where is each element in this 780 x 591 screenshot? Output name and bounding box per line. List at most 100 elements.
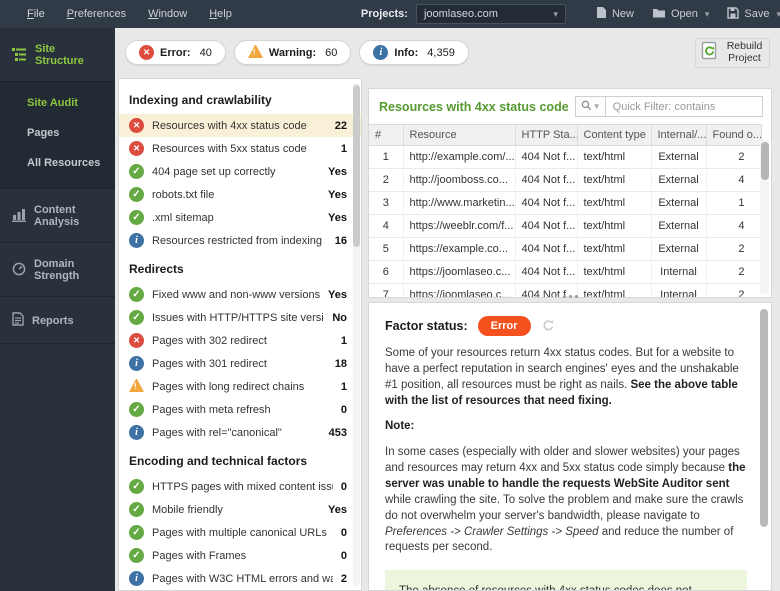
new-button[interactable]: New	[588, 2, 641, 26]
audit-item[interactable]: ✓ .xml sitemap Yes	[119, 206, 361, 229]
audit-item[interactable]: ✕ Pages with 302 redirect 1	[119, 329, 361, 352]
top-actions: NewOpen▾Save▾Close▾	[588, 2, 780, 26]
domain-strength-icon	[12, 262, 26, 279]
column-header[interactable]: #	[369, 124, 404, 146]
table-row[interactable]: 4 https://weeblr.com/f... 404 Not f... text…	[369, 214, 762, 238]
badge-count: 60	[322, 46, 338, 59]
audit-item-value: 0	[340, 403, 347, 416]
menu-item-preferences[interactable]: Preferences	[58, 4, 135, 24]
error-status-icon: ✕	[129, 333, 144, 348]
rebuild-project-button[interactable]: Rebuild Project	[695, 38, 770, 68]
table-scrollbar[interactable]	[760, 140, 769, 294]
cell-internal: External	[651, 145, 707, 169]
cell-resource[interactable]: http://joomboss.co...	[403, 168, 516, 192]
cell-resource[interactable]: http://example.com/...	[403, 145, 516, 169]
quick-filter-mode-button[interactable]: ▾	[574, 96, 605, 117]
sidebar-subsection-site-structure: Site Audit Pages All Resources	[0, 82, 115, 189]
sidebar-item-site-audit[interactable]: Site Audit	[0, 88, 115, 118]
column-header[interactable]: Found o...	[706, 124, 762, 146]
cell-http-status: 404 Not f...	[515, 237, 578, 261]
sidebar-item-domain-strength[interactable]: Domain Strength	[0, 243, 115, 297]
sidebar-item-content-analysis[interactable]: Content Analysis	[0, 189, 115, 243]
project-select-value: joomlaseo.com	[423, 8, 498, 20]
audit-item-value: 0	[340, 480, 347, 493]
audit-item-value: 0	[340, 526, 347, 539]
column-header[interactable]: HTTP Sta...▲	[515, 124, 578, 146]
audit-item[interactable]: ✓ Pages with multiple canonical URLs 0	[119, 521, 361, 544]
info-status-icon: i	[129, 425, 144, 440]
table-row[interactable]: 3 http://www.marketin... 404 Not f... text/…	[369, 191, 762, 215]
table-row[interactable]: 2 http://joomboss.co... 404 Not f... text/h…	[369, 168, 762, 192]
audit-item-label: HTTPS pages with mixed content issues	[152, 480, 333, 493]
audit-section-title: Encoding and technical factors	[129, 454, 308, 468]
column-header[interactable]: Content type	[577, 124, 652, 146]
cell-resource[interactable]: http://www.marketin...	[403, 191, 516, 215]
quick-filter-input[interactable]	[604, 96, 763, 117]
ok-status-icon: ✓	[129, 479, 144, 494]
audit-item-label: Pages with 302 redirect	[152, 334, 267, 347]
sidebar: Site Structure Site Audit Pages All Resourc…	[0, 28, 115, 591]
warning-count-badge[interactable]: ! Warning: 60	[233, 40, 352, 65]
sidebar-item-reports[interactable]: Reports	[0, 297, 115, 344]
rebuild-project-icon	[701, 41, 719, 65]
column-header[interactable]: Resource	[403, 124, 516, 146]
audit-item[interactable]: ✓ HTTPS pages with mixed content issues 0	[119, 475, 361, 498]
badge-label: Info:	[394, 46, 419, 59]
audit-item[interactable]: i Pages with W3C HTML errors and warnings…	[119, 567, 361, 590]
table-row[interactable]: 6 https://joomlaseo.c... 404 Not f... text/…	[369, 260, 762, 284]
factor-scrollbar[interactable]	[759, 307, 768, 586]
sidebar-item-all-resources[interactable]: All Resources	[0, 148, 115, 178]
audit-item[interactable]: ✓ Pages with Frames 0	[119, 544, 361, 567]
audit-scrollbar[interactable]	[353, 83, 360, 586]
badge-label: Error:	[160, 46, 191, 59]
audit-item[interactable]: i Resources restricted from indexing 16	[119, 229, 361, 252]
audit-item-value: Yes	[328, 188, 347, 201]
audit-item[interactable]: i Pages with 301 redirect 18	[119, 352, 361, 375]
audit-item[interactable]: ✕ Resources with 4xx status code 22	[119, 114, 361, 137]
factor-status-label: Factor status:	[385, 319, 468, 333]
audit-item[interactable]: ✓ Mobile friendly Yes	[119, 498, 361, 521]
error-status-icon: ✕	[129, 118, 144, 133]
cell-resource[interactable]: https://example.co...	[403, 237, 516, 261]
menu-item-help[interactable]: Help	[200, 4, 241, 24]
sidebar-item-site-structure[interactable]: Site Structure	[0, 28, 115, 82]
audit-item-label: Pages with meta refresh	[152, 403, 271, 416]
chevron-down-icon: ▾	[594, 101, 599, 111]
audit-item-value: 1	[340, 380, 347, 393]
audit-item[interactable]: ✓ 404 page set up correctly Yes	[119, 160, 361, 183]
cell-resource[interactable]: https://joomlaseo.c...	[403, 260, 516, 284]
audit-item[interactable]: ✕ Resources with 5xx status code 1	[119, 137, 361, 160]
cell-content-type: text/html	[577, 214, 652, 238]
refresh-icon[interactable]	[541, 318, 555, 335]
menu-item-window[interactable]: Window	[139, 4, 196, 24]
cell-content-type: text/html	[577, 237, 652, 261]
audit-item-value: Yes	[328, 211, 347, 224]
column-header[interactable]: Internal/...	[651, 124, 707, 146]
cell-num: 5	[369, 237, 404, 261]
open-button[interactable]: Open ▾	[645, 3, 716, 26]
ok-status-icon: ✓	[129, 502, 144, 517]
cell-resource[interactable]: https://weeblr.com/f...	[403, 214, 516, 238]
project-select[interactable]: joomlaseo.com ▾	[415, 4, 566, 24]
audit-item[interactable]: ✓ Issues with HTTP/HTTPS site versions No	[119, 306, 361, 329]
info-count-badge[interactable]: i Info: 4,359	[359, 40, 469, 65]
cell-found: 4	[706, 214, 762, 238]
audit-item[interactable]: ✓ Fixed www and non-www versions Yes	[119, 283, 361, 306]
menu-item-file[interactable]: File	[18, 4, 54, 24]
audit-item[interactable]: ✓ Pages with meta refresh 0	[119, 398, 361, 421]
menubar: File Preferences Window Help Projects: joom…	[0, 0, 780, 28]
projects-label: Projects:	[360, 8, 408, 20]
table-row[interactable]: 5 https://example.co... 404 Not f... text/h…	[369, 237, 762, 261]
panel-splitter-handle[interactable]	[368, 292, 772, 301]
badge-label: Warning:	[268, 46, 317, 59]
error-count-badge[interactable]: ✕ Error: 40	[125, 40, 226, 65]
audit-item[interactable]: ! Pages with long redirect chains 1	[119, 375, 361, 398]
info-status-icon: i	[129, 571, 144, 586]
cell-http-status: 404 Not f...	[515, 168, 578, 192]
save-button[interactable]: Save ▾	[720, 3, 780, 26]
sidebar-item-pages[interactable]: Pages	[0, 118, 115, 148]
audit-item[interactable]: ✓ robots.txt file Yes	[119, 183, 361, 206]
table-row[interactable]: 1 http://example.com/... 404 Not f... text/…	[369, 145, 762, 169]
audit-item[interactable]: i Pages with rel="canonical" 453	[119, 421, 361, 444]
audit-item-value: 2	[340, 572, 347, 585]
